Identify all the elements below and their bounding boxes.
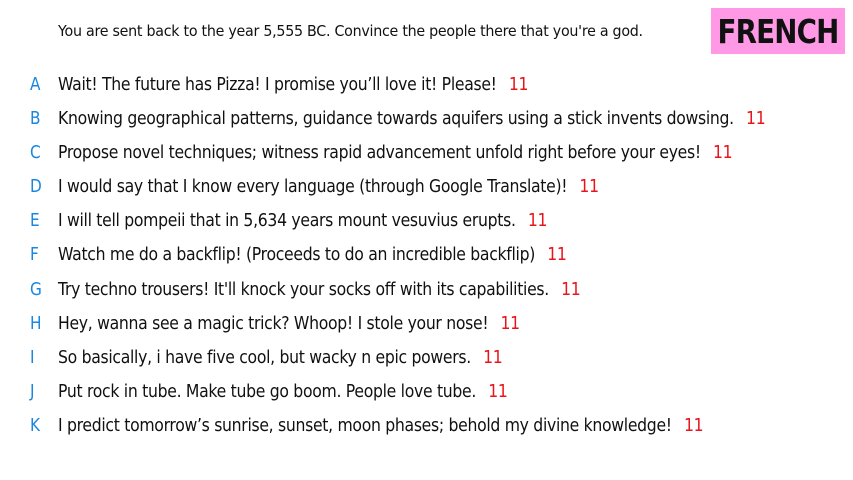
- answer-row: J Put rock in tube. Make tube go boom. P…: [0, 377, 853, 407]
- answer-text: I would say that I know every language (…: [58, 176, 568, 197]
- answer-text: I will tell pompeii that in 5,634 years …: [58, 210, 516, 231]
- answer-score: 11: [508, 74, 529, 95]
- answer-letter: F: [30, 244, 39, 265]
- answer-score: 11: [527, 210, 548, 231]
- answer-text: Propose novel techniques; witness rapid …: [58, 142, 701, 163]
- answer-score: 11: [547, 244, 567, 265]
- answer-text: Put rock in tube. Make tube go boom. Peo…: [58, 381, 477, 402]
- answer-row: K I predict tomorrow’s sunrise, sunset, …: [0, 411, 853, 441]
- answer-text: Watch me do a backflip! (Proceeds to do …: [58, 244, 536, 265]
- answer-score: 11: [483, 347, 503, 368]
- answer-row: A Wait! The future has Pizza! I promise …: [0, 70, 853, 100]
- answer-row: E I will tell pompeii that in 5,634 year…: [0, 206, 853, 236]
- answer-score: 11: [683, 415, 704, 436]
- answer-letter: B: [30, 108, 41, 129]
- answer-letter: E: [30, 210, 40, 231]
- answer-letter: I: [30, 347, 35, 368]
- answer-letter: A: [30, 74, 41, 95]
- answer-text: Wait! The future has Pizza! I promise yo…: [58, 74, 497, 95]
- answer-text: Hey, wanna see a magic trick? Whoop! I s…: [58, 313, 489, 334]
- language-badge: FRENCH: [711, 8, 845, 54]
- answer-letter: C: [30, 142, 41, 163]
- answer-score: 11: [579, 176, 599, 197]
- answer-text: I predict tomorrow’s sunrise, sunset, mo…: [58, 415, 672, 436]
- answer-letter: D: [30, 176, 42, 197]
- answer-letter: J: [30, 381, 35, 402]
- answer-row: F Watch me do a backflip! (Proceeds to d…: [0, 240, 853, 270]
- answer-score: 11: [713, 142, 733, 163]
- answer-row: D I would say that I know every language…: [0, 172, 853, 202]
- answer-score: 11: [746, 108, 766, 129]
- answer-row: I So basically, i have five cool, but wa…: [0, 343, 853, 373]
- answer-text: Knowing geographical patterns, guidance …: [58, 108, 734, 129]
- answer-score: 11: [500, 313, 520, 334]
- answer-row: C Propose novel techniques; witness rapi…: [0, 138, 853, 168]
- answer-letter: G: [30, 279, 42, 300]
- language-badge-label: FRENCH: [717, 11, 840, 51]
- answer-text: Try techno trousers! It'll knock your so…: [58, 279, 549, 300]
- answer-text: So basically, i have five cool, but wack…: [58, 347, 471, 368]
- answer-score: 11: [488, 381, 508, 402]
- answer-letter: K: [30, 415, 41, 436]
- answer-letter: H: [30, 313, 42, 334]
- answer-row: B Knowing geographical patterns, guidanc…: [0, 104, 853, 134]
- answer-row: G Try techno trousers! It'll knock your …: [0, 275, 853, 305]
- answer-score: 11: [561, 279, 581, 300]
- answer-row: H Hey, wanna see a magic trick? Whoop! I…: [0, 309, 853, 339]
- prompt-text: You are sent back to the year 5,555 BC. …: [58, 22, 643, 40]
